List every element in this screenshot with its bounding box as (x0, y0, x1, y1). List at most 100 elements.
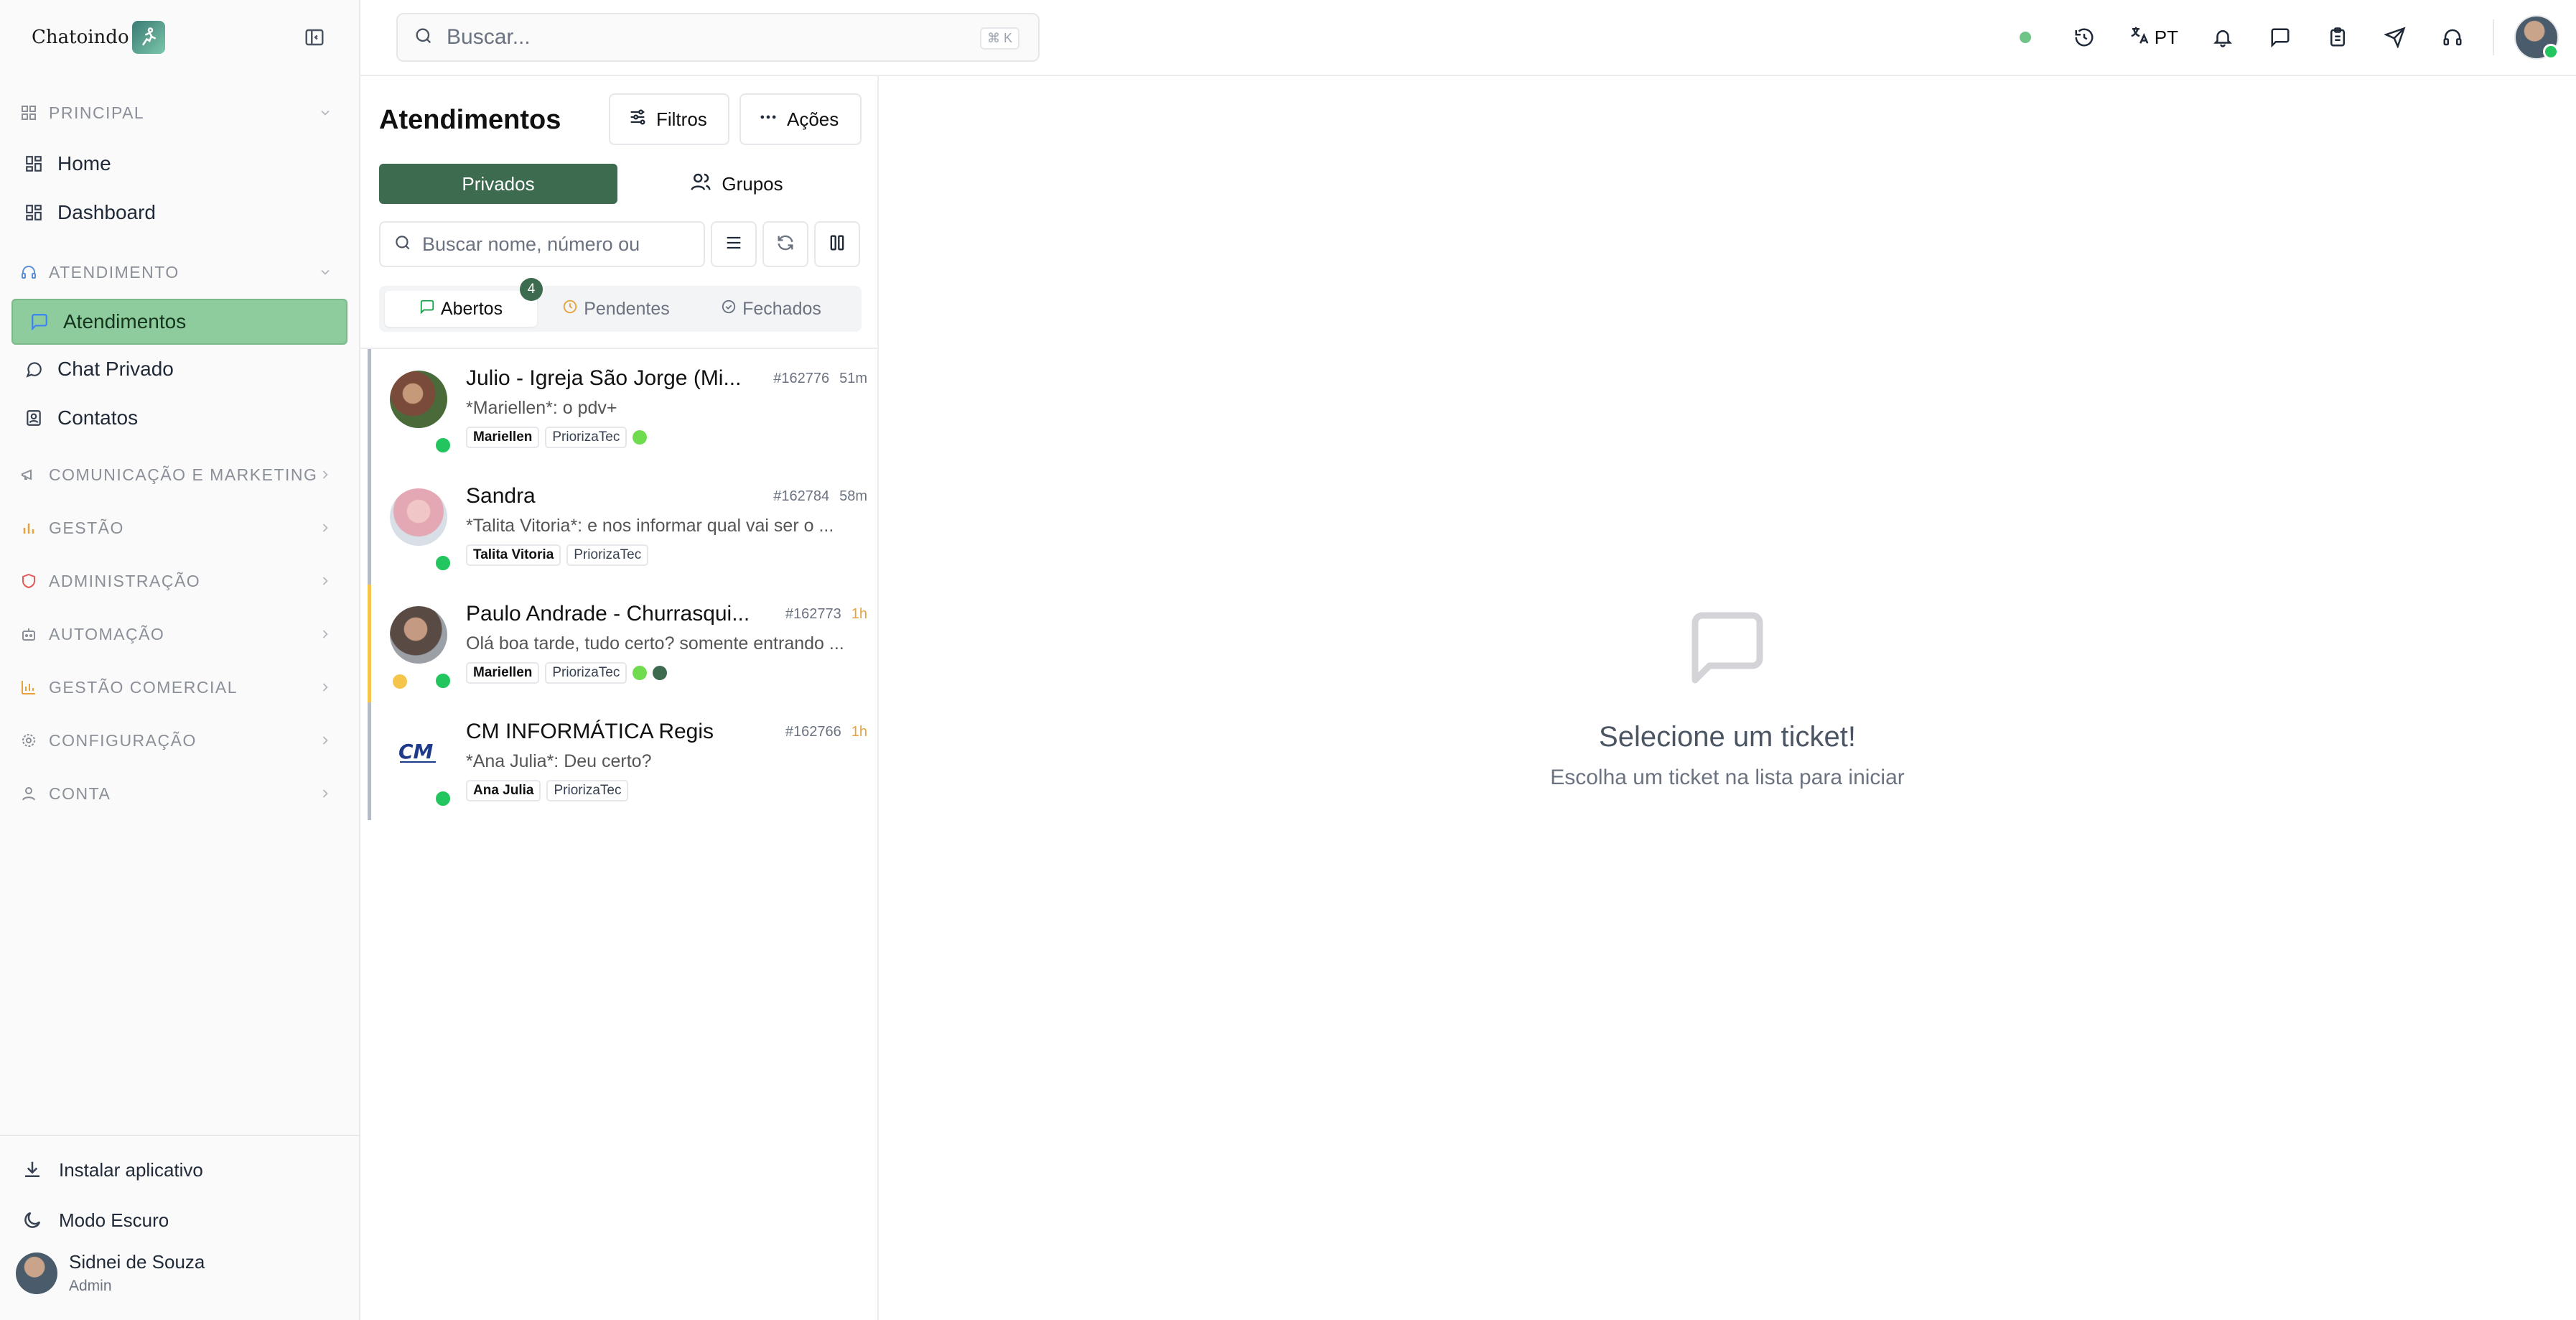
chat-bubble-icon (23, 358, 45, 380)
filters-label: Filtros (656, 108, 707, 130)
tag: PriorizaTec (545, 662, 627, 684)
refresh-button[interactable] (762, 221, 808, 267)
section-principal[interactable]: PRINCIPAL (0, 86, 359, 139)
sidebar-item-label: Chat Privado (57, 358, 174, 380)
status-dot (633, 430, 648, 445)
grid-icon (19, 103, 39, 123)
section-label: ATENDIMENTO (49, 262, 179, 282)
search-icon (393, 233, 412, 256)
avatar (16, 1252, 57, 1294)
sidebar-item-label: Home (57, 152, 111, 175)
sidebar-item-label: Contatos (57, 406, 139, 429)
language-selector[interactable]: PT (2129, 24, 2178, 51)
chevron-right-icon (316, 465, 335, 484)
tag: Mariellen (466, 427, 540, 448)
brand[interactable]: Chatoindo (32, 19, 165, 56)
section-label: GESTÃO (49, 518, 124, 537)
section-label: CONFIGURAÇÃO (49, 730, 197, 750)
contact-book-icon (23, 407, 45, 429)
ticket-tags: Ana Julia PriorizaTec (466, 780, 629, 801)
chevron-right-icon (316, 572, 335, 590)
tab-privados[interactable]: Privados (379, 164, 617, 204)
cm-logo-icon: CM (397, 737, 440, 769)
ticket-item[interactable]: CM CM INFORMÁTICA Regis #162766 1h *Ana … (368, 702, 877, 820)
filters-button[interactable]: Filtros (609, 93, 729, 145)
brand-logo-icon (131, 21, 165, 54)
ticket-time: 51m (839, 371, 867, 386)
user-name: Sidnei de Souza (69, 1251, 205, 1273)
sidebar-item-contatos[interactable]: Contatos (0, 394, 359, 442)
section-gestao-comercial[interactable]: GESTÃO COMERCIAL (0, 661, 359, 714)
chevron-right-icon (316, 731, 335, 750)
sidebar-item-atendimentos[interactable]: Atendimentos (11, 299, 347, 345)
ticket-meta: #162766 1h (785, 724, 867, 740)
chat-type-toggle: Privados Grupos (379, 164, 862, 207)
list-search[interactable] (379, 221, 705, 267)
collapse-sidebar-icon[interactable] (302, 24, 327, 50)
tab-label: Grupos (722, 172, 783, 195)
users-icon (690, 171, 711, 197)
sidebar-item-label: Atendimentos (63, 310, 187, 333)
tab-label: Abertos (440, 298, 503, 319)
chevron-right-icon (316, 519, 335, 537)
ticket-item[interactable]: Julio - Igreja São Jorge (Mi... #162776 … (368, 349, 877, 467)
list-view-button[interactable] (711, 221, 757, 267)
menu-lines-icon (724, 233, 744, 256)
tag: Ana Julia (466, 780, 541, 801)
sidebar-footer: Instalar aplicativo Modo Escuro (0, 1135, 359, 1245)
global-search[interactable]: ⌘ K (396, 13, 1040, 62)
clipboard-icon[interactable] (2325, 24, 2351, 50)
empty-title: Selecione um ticket! (1599, 721, 1856, 753)
tab-grupos[interactable]: Grupos (617, 164, 856, 204)
connection-status-dot (2019, 32, 2031, 43)
section-automacao[interactable]: AUTOMAÇÃO (0, 608, 359, 661)
message-square-icon (29, 311, 50, 333)
sidebar-item-label: Dashboard (57, 201, 156, 223)
section-configuracao[interactable]: CONFIGURAÇÃO (0, 714, 359, 767)
tab-pendentes[interactable]: Pendentes (537, 291, 695, 327)
ticket-id: #162773 (785, 606, 841, 622)
section-administracao[interactable]: ADMINISTRAÇÃO (0, 554, 359, 608)
ticket-item[interactable]: Sandra #162784 58m *Talita Vitoria*: e n… (368, 467, 877, 585)
section-atendimento[interactable]: ATENDIMENTO (0, 246, 359, 299)
clock-icon (562, 299, 578, 320)
avatar (390, 606, 447, 664)
section-label: AUTOMAÇÃO (49, 624, 165, 643)
bell-icon[interactable] (2210, 24, 2236, 50)
section-label: CONTA (49, 784, 111, 803)
user-avatar[interactable] (2514, 15, 2559, 60)
actions-button[interactable]: Ações (739, 93, 862, 145)
sidebar-item-dashboard[interactable]: Dashboard (0, 188, 359, 237)
chat-icon[interactable] (2267, 24, 2293, 50)
user-profile[interactable]: Sidnei de Souza Admin (16, 1251, 205, 1295)
list-search-input[interactable] (422, 233, 681, 256)
section-comunicacao[interactable]: COMUNICAÇÃO E MARKETING (0, 448, 359, 501)
sidebar-item-chat-privado[interactable]: Chat Privado (0, 345, 359, 394)
dark-mode-toggle[interactable]: Modo Escuro (0, 1195, 359, 1245)
chevron-right-icon (316, 678, 335, 697)
ticket-item[interactable]: Paulo Andrade - Churrasqui... #162773 1h… (368, 585, 877, 702)
headset-icon[interactable] (2440, 24, 2465, 50)
install-app-button[interactable]: Instalar aplicativo (0, 1145, 359, 1195)
history-icon[interactable] (2071, 24, 2097, 50)
ticket-meta: #162773 1h (785, 606, 867, 623)
section-conta[interactable]: CONTA (0, 767, 359, 820)
message-icon (419, 299, 435, 320)
user-icon (19, 784, 39, 804)
ticket-id: #162784 (773, 488, 830, 504)
chevron-right-icon (316, 625, 335, 643)
language-label: PT (2154, 26, 2178, 48)
bar-chart-icon (19, 518, 39, 538)
topbar-actions: PT (2019, 0, 2576, 75)
actions-label: Ações (787, 108, 839, 130)
send-icon[interactable] (2382, 24, 2408, 50)
tickets-panel: Atendimentos Filtros Ações Privados Grup… (360, 76, 879, 1320)
search-input[interactable] (447, 25, 949, 50)
sidebar-item-home[interactable]: Home (0, 139, 359, 188)
kanban-view-button[interactable] (814, 221, 860, 267)
divider (2493, 19, 2494, 55)
section-gestao[interactable]: GESTÃO (0, 501, 359, 554)
tab-fechados[interactable]: Fechados (695, 291, 847, 327)
tab-label: Pendentes (584, 298, 670, 319)
tab-abertos[interactable]: Abertos 4 (385, 278, 543, 327)
